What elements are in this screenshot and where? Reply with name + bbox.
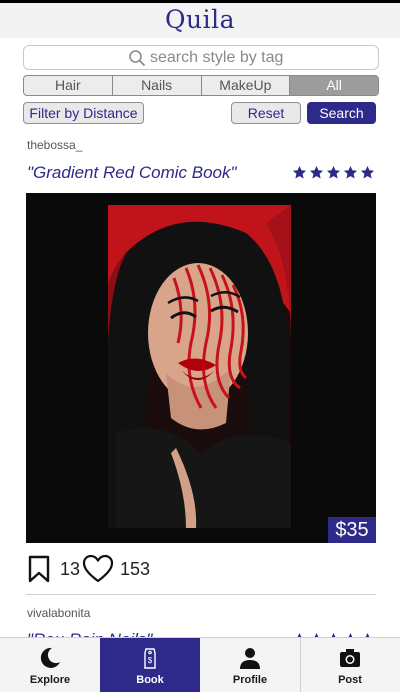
bottom-tab-bar: Explore $ Book Profile Post [0,637,400,692]
search-input[interactable]: search style by tag [23,45,379,70]
person-icon [240,648,260,669]
rating-stars [292,165,375,180]
category-segmented-control: Hair Nails MakeUp All [23,75,379,96]
save-count: 13 [60,558,81,579]
star-icon [360,165,375,179]
star-icon [309,165,324,179]
makeup-portrait-image [108,205,291,528]
search-placeholder: search style by tag [150,49,284,66]
heart-icon[interactable] [82,554,114,584]
segment-hair[interactable]: Hair [24,76,113,95]
tab-label: Explore [29,674,71,686]
tab-label: Profile [232,674,268,686]
post-photo[interactable] [26,193,376,543]
svg-text:$: $ [148,656,153,665]
app-logo: Quila [165,5,235,34]
segment-all[interactable]: All [290,76,378,95]
reset-button[interactable]: Reset [231,102,301,124]
moon-icon [40,647,60,668]
tab-profile[interactable]: Profile [200,638,300,692]
tab-post[interactable]: Post [300,638,400,692]
price-tag-icon: $ [144,648,156,669]
post-actions: 13 153 [26,553,150,585]
segment-makeup[interactable]: MakeUp [202,76,291,95]
tab-book[interactable]: $ Book [100,638,200,692]
search-icon [129,50,145,66]
search-button[interactable]: Search [307,102,376,124]
post-divider [26,594,376,595]
star-icon [292,165,307,179]
post-username[interactable]: vivalabonita [27,606,90,620]
filter-by-distance-button[interactable]: Filter by Distance [23,102,144,124]
tab-explore[interactable]: Explore [0,638,100,692]
like-count: 153 [120,558,151,579]
star-icon [343,165,358,179]
tab-separator [300,637,301,692]
app-header: Quila [0,3,400,38]
star-icon [326,165,341,179]
tab-label: Post [338,674,362,686]
post-username[interactable]: thebossa_ [27,138,82,152]
price-badge: $35 [328,517,376,543]
tab-label: Book [136,674,164,686]
segment-nails[interactable]: Nails [113,76,202,95]
post-title[interactable]: "Gradient Red Comic Book" [27,163,237,183]
camera-icon [340,649,360,667]
bookmark-icon[interactable] [26,554,52,584]
